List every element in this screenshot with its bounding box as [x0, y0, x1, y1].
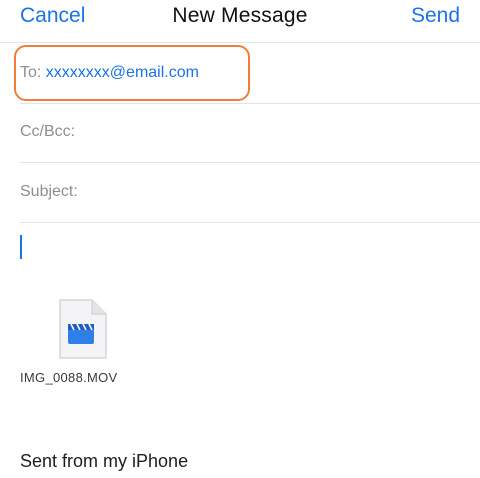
cc-bcc-label: Cc/Bcc: — [20, 123, 76, 140]
subject-field[interactable]: Subject: — [20, 182, 78, 202]
cc-bcc-field[interactable]: Cc/Bcc: — [20, 122, 75, 142]
divider — [20, 162, 480, 163]
attachment-file-name: IMG_0088.MOV — [20, 370, 118, 385]
video-file-icon — [59, 299, 107, 359]
recipient-address[interactable]: xxxxxxxx@email.com — [46, 64, 199, 81]
navbar-divider — [0, 42, 480, 43]
divider — [20, 222, 480, 223]
subject-label: Subject: — [20, 183, 78, 200]
to-field[interactable]: To: xxxxxxxx@email.com — [20, 63, 199, 83]
page-title: New Message — [172, 4, 308, 27]
divider — [20, 103, 480, 104]
send-button[interactable]: Send — [411, 4, 460, 28]
email-signature[interactable]: Sent from my iPhone — [20, 451, 188, 472]
to-label: To: — [20, 64, 42, 81]
navigation-bar: Cancel New Message Send — [0, 0, 480, 36]
attachment[interactable]: IMG_0088.MOV — [20, 298, 150, 388]
text-cursor — [20, 235, 22, 259]
